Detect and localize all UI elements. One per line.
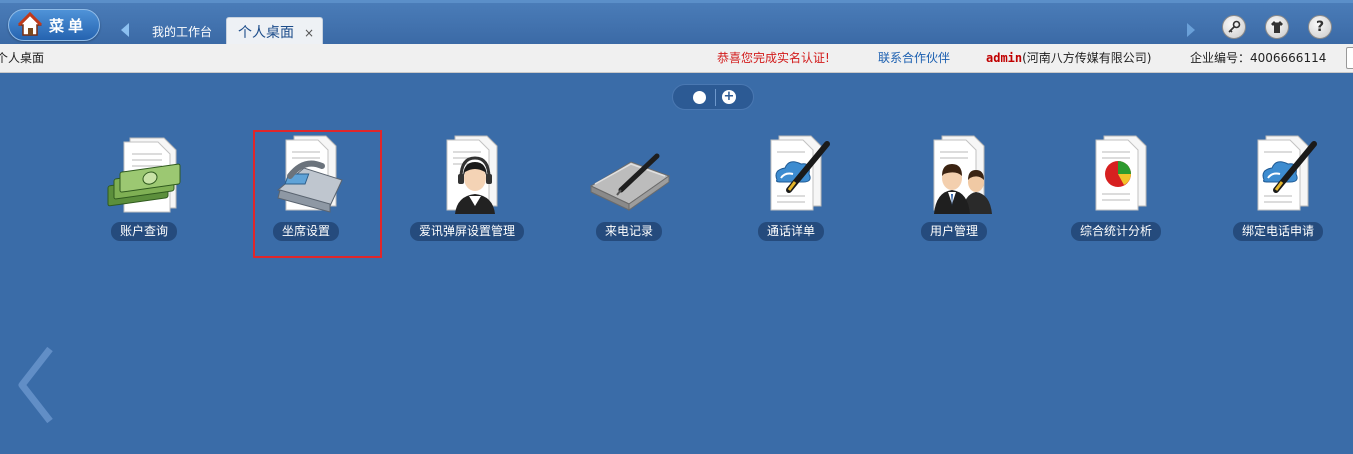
app-label: 账户查询 — [110, 222, 178, 241]
cloud-pen-document-icon — [770, 135, 830, 211]
selection-highlight — [253, 130, 382, 258]
shirt-icon[interactable] — [1265, 15, 1289, 39]
tab-scroll-right-icon[interactable] — [1187, 23, 1195, 37]
app-bind-phone[interactable]: 绑定电话申请 — [1213, 132, 1343, 248]
statusbar-edge-button[interactable] — [1346, 47, 1353, 69]
app-label: 来电记录 — [595, 222, 663, 241]
enterprise-code: 企业编号：4006666114 — [1190, 51, 1327, 65]
app-label: 通话详单 — [757, 222, 825, 241]
folder-pen-icon — [589, 153, 671, 211]
app-user-management[interactable]: 用户管理 — [889, 132, 1019, 248]
pager-divider — [715, 89, 716, 106]
key-icon[interactable] — [1222, 15, 1246, 39]
app-account-query[interactable]: 账户查询 — [79, 132, 209, 248]
breadcrumb: 个人桌面 — [0, 51, 45, 65]
verification-notice: 恭喜您完成实名认证! — [717, 51, 830, 65]
tab-scroll-left-icon[interactable] — [121, 23, 129, 37]
app-statistics[interactable]: 综合统计分析 — [1051, 132, 1181, 248]
money-document-icon — [107, 137, 181, 213]
company-name: (河南八方传媒有限公司) — [1022, 51, 1152, 65]
page-dot[interactable] — [693, 91, 706, 104]
cloud-pen-document-icon — [1257, 135, 1317, 211]
contact-partner-link[interactable]: 联系合作伙伴 — [878, 44, 950, 73]
user-info: admin(河南八方传媒有限公司) — [986, 44, 1152, 73]
tab-label: 我的工作台 — [152, 25, 213, 39]
menu-label: 菜单 — [49, 16, 88, 35]
app-popup-settings[interactable]: 爱讯弹屏设置管理 — [402, 132, 532, 248]
pie-chart-document-icon — [1095, 135, 1147, 211]
tab-personal-desktop[interactable]: 个人桌面 × — [226, 17, 323, 47]
app-call-details[interactable]: 通话详单 — [726, 132, 856, 248]
top-bar: 菜单 我的工作台 个人桌面 × ? — [0, 0, 1353, 47]
help-icon[interactable]: ? — [1308, 15, 1332, 39]
users-document-icon — [933, 135, 992, 214]
app-label: 用户管理 — [920, 222, 988, 241]
desktop-pager: + — [672, 84, 754, 110]
app-label: 综合统计分析 — [1070, 222, 1162, 241]
menu-button[interactable]: 菜单 — [8, 9, 100, 41]
chevron-left-icon[interactable] — [16, 345, 56, 425]
add-page-icon[interactable]: + — [722, 90, 736, 104]
headset-agent-icon — [446, 135, 498, 214]
app-call-records[interactable]: 来电记录 — [564, 132, 694, 248]
home-icon — [17, 12, 43, 36]
status-bar: 个人桌面 恭喜您完成实名认证! 联系合作伙伴 admin(河南八方传媒有限公司)… — [0, 44, 1353, 73]
shirt-glyph — [1271, 21, 1283, 33]
tab-label: 个人桌面 — [238, 25, 294, 41]
key-glyph — [1228, 20, 1241, 33]
app-label: 绑定电话申请 — [1232, 222, 1324, 241]
username: admin — [986, 51, 1023, 65]
app-label: 爱讯弹屏设置管理 — [409, 222, 525, 241]
tab-workbench[interactable]: 我的工作台 — [152, 17, 212, 47]
